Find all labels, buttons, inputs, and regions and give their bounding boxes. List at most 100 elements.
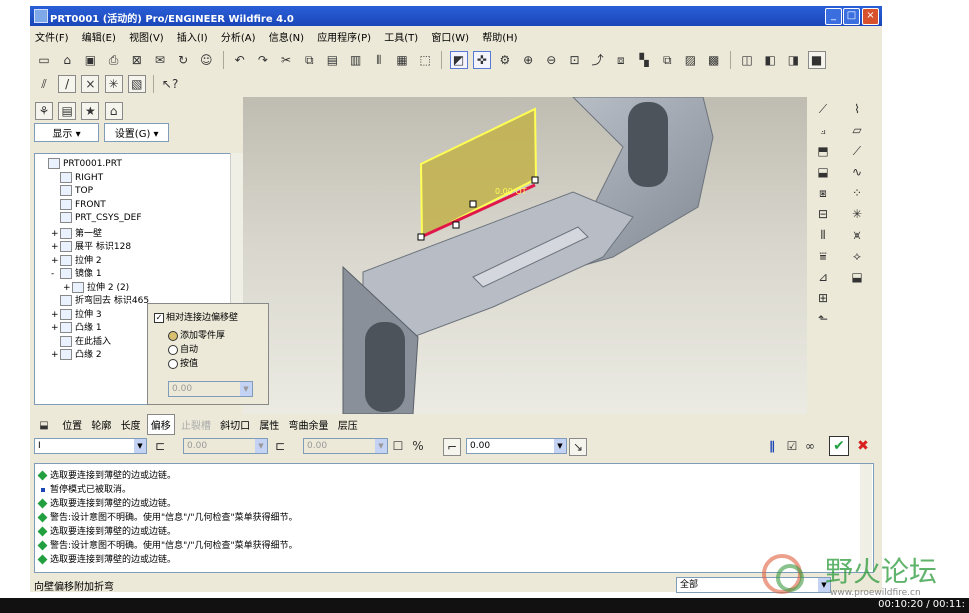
thickness-combo[interactable]: 0.00 ▼ <box>466 438 567 454</box>
handle-offset[interactable] <box>452 221 460 229</box>
menu-file[interactable]: 文件(F) <box>30 27 74 46</box>
planar-wall-icon[interactable]: ⊟ <box>814 205 832 223</box>
tree-expander[interactable]: + <box>51 229 60 239</box>
render-icon[interactable]: ▩ <box>705 51 723 69</box>
table-icon[interactable]: ▦ <box>393 51 411 69</box>
length2-combo[interactable]: 0.00 ▼ <box>303 438 388 454</box>
cancel-button[interactable]: ✖ <box>853 436 873 456</box>
csys-icon[interactable]: ✳ <box>104 75 123 93</box>
menu-insert[interactable]: 插入(I) <box>172 27 213 46</box>
paste-icon[interactable]: ▤ <box>323 51 341 69</box>
tree-item[interactable]: FRONT <box>51 198 106 210</box>
copy-icon[interactable]: ⧉ <box>300 51 318 69</box>
email-icon[interactable]: ✉ <box>151 51 169 69</box>
favorites-tab-icon[interactable]: ★ <box>81 102 100 120</box>
extrude-wall-icon[interactable]: ⧆ <box>814 184 832 202</box>
view-manager-icon[interactable]: ⧉ <box>658 51 676 69</box>
paste-special-icon[interactable]: ▥ <box>347 51 365 69</box>
flip-icon[interactable]: ☐ <box>389 437 407 455</box>
glasses-icon[interactable]: ∞ <box>801 437 819 455</box>
flange-icon[interactable]: ⬓ <box>814 163 832 181</box>
menu-edit[interactable]: 编辑(E) <box>77 27 121 46</box>
bend-back-icon[interactable]: ⬑ <box>814 310 832 328</box>
no-hidden-icon[interactable]: ◨ <box>784 51 802 69</box>
tree-item[interactable]: + 展平 标识128 <box>51 239 131 252</box>
tab-relief[interactable]: 止裂槽 <box>178 415 214 434</box>
pattern-icon[interactable]: ⟡ <box>848 247 866 265</box>
tree-item[interactable]: + 凸缘 1 <box>51 320 102 333</box>
cut-icon[interactable]: ✂ <box>277 51 295 69</box>
point-icon[interactable]: ⁘ <box>848 184 866 202</box>
hidden-line-icon[interactable]: ▨ <box>681 51 699 69</box>
form-icon[interactable]: ⩸ <box>814 247 832 265</box>
curve-icon[interactable]: ∿ <box>848 163 866 181</box>
dimension-label[interactable]: 0.00 OT <box>495 187 527 196</box>
tree-expander[interactable]: + <box>51 350 60 360</box>
folder-browser-tab-icon[interactable]: ▤ <box>58 102 77 120</box>
model-player-icon[interactable]: ☺ <box>197 51 215 69</box>
coordinate-system-icon[interactable]: ✳ <box>848 205 866 223</box>
refit-icon[interactable]: ⊡ <box>566 51 584 69</box>
wall-icon[interactable]: ⬒ <box>814 142 832 160</box>
hidden-icon[interactable]: ◧ <box>761 51 779 69</box>
datum-axis-icon[interactable]: / <box>58 75 77 93</box>
wireframe-icon[interactable]: ◫ <box>738 51 756 69</box>
offset-value-combo[interactable]: 0.00 ▼ <box>168 381 253 397</box>
tree-item[interactable]: + 第一壁 <box>51 226 102 239</box>
zoom-out-icon[interactable]: ⊖ <box>542 51 560 69</box>
menu-info[interactable]: 信息(N) <box>264 27 309 46</box>
offset-checkbox[interactable]: ✓ <box>154 312 164 323</box>
tab-properties[interactable]: 属性 <box>256 415 282 434</box>
tree-expander[interactable]: + <box>63 283 72 293</box>
datum-point-icon[interactable]: × <box>81 75 100 93</box>
edge-bend-icon[interactable]: ⬓ <box>848 268 866 286</box>
axis-icon[interactable]: ⟋ <box>848 142 866 160</box>
tree-item[interactable]: + 拉伸 2 (2) <box>63 280 129 293</box>
saved-views-icon[interactable]: ⧈ <box>612 51 630 69</box>
tree-item[interactable]: - 镜像 1 <box>51 266 102 279</box>
regenerate-icon[interactable]: ↻ <box>174 51 192 69</box>
unbend-icon[interactable]: ⟋ <box>814 100 832 118</box>
tree-item[interactable]: 折弯回去 标识465 <box>51 293 149 306</box>
preview-check-icon[interactable]: ☑ <box>783 437 801 455</box>
bend-radius-icon[interactable]: ⌐ <box>443 438 461 456</box>
context-help-icon[interactable]: ↖? <box>161 75 179 93</box>
shading-icon[interactable]: ■ <box>807 51 826 69</box>
corner-relief-icon[interactable]: ⊿ <box>814 268 832 286</box>
tab-miter-cut[interactable]: 斜切口 <box>217 415 253 434</box>
close-window-icon[interactable]: ⊠ <box>128 51 146 69</box>
sketch-icon[interactable]: ⌇ <box>848 100 866 118</box>
option-auto[interactable]: 自动 <box>168 342 198 355</box>
print-icon[interactable]: ⎙ <box>105 51 123 69</box>
annotation-icon[interactable]: ▧ <box>127 75 146 93</box>
menu-view[interactable]: 视图(V) <box>124 27 169 46</box>
new-icon[interactable]: ▭ <box>35 51 53 69</box>
tree-expander[interactable]: + <box>51 323 60 333</box>
tab-bend-allowance[interactable]: 弯曲余量 <box>286 415 332 434</box>
reorient-icon[interactable]: ⤴ <box>589 51 607 69</box>
selection-box-icon[interactable]: ⬚ <box>416 51 434 69</box>
layers-icon[interactable]: ▚ <box>635 51 653 69</box>
apply-button[interactable]: ✔ <box>829 436 849 456</box>
option-by-value[interactable]: 按值 <box>168 356 198 369</box>
close-button[interactable]: × <box>862 8 879 25</box>
radio-by-value[interactable] <box>168 358 178 369</box>
handle-right[interactable] <box>531 176 539 184</box>
maximize-button[interactable]: □ <box>843 8 860 25</box>
flange-type-combo[interactable]: I ▼ <box>34 438 147 454</box>
connections-tab-icon[interactable]: ⌂ <box>104 102 123 120</box>
tree-item[interactable]: PRT_CSYS_DEF <box>51 212 142 223</box>
menu-tools[interactable]: 工具(T) <box>379 27 423 46</box>
tree-item[interactable]: TOP <box>51 185 93 196</box>
bend-icon[interactable]: ⟓ <box>814 121 832 139</box>
pause-icon[interactable]: ∥ <box>763 437 781 455</box>
length1-combo[interactable]: 0.00 ▼ <box>183 438 268 454</box>
thickness-side-icon[interactable]: % <box>409 437 427 455</box>
tab-laminate[interactable]: 层压 <box>335 415 361 434</box>
tab-offset[interactable]: 偏移 <box>146 414 175 435</box>
show-dropdown[interactable]: 显示 ▾ <box>34 123 99 142</box>
tree-item[interactable]: RIGHT <box>51 171 103 183</box>
tree-expander[interactable]: + <box>51 310 60 320</box>
tree-expander[interactable]: - <box>51 269 60 279</box>
offset-checkbox-row[interactable]: ✓ 相对连接边偏移壁 <box>154 310 238 323</box>
